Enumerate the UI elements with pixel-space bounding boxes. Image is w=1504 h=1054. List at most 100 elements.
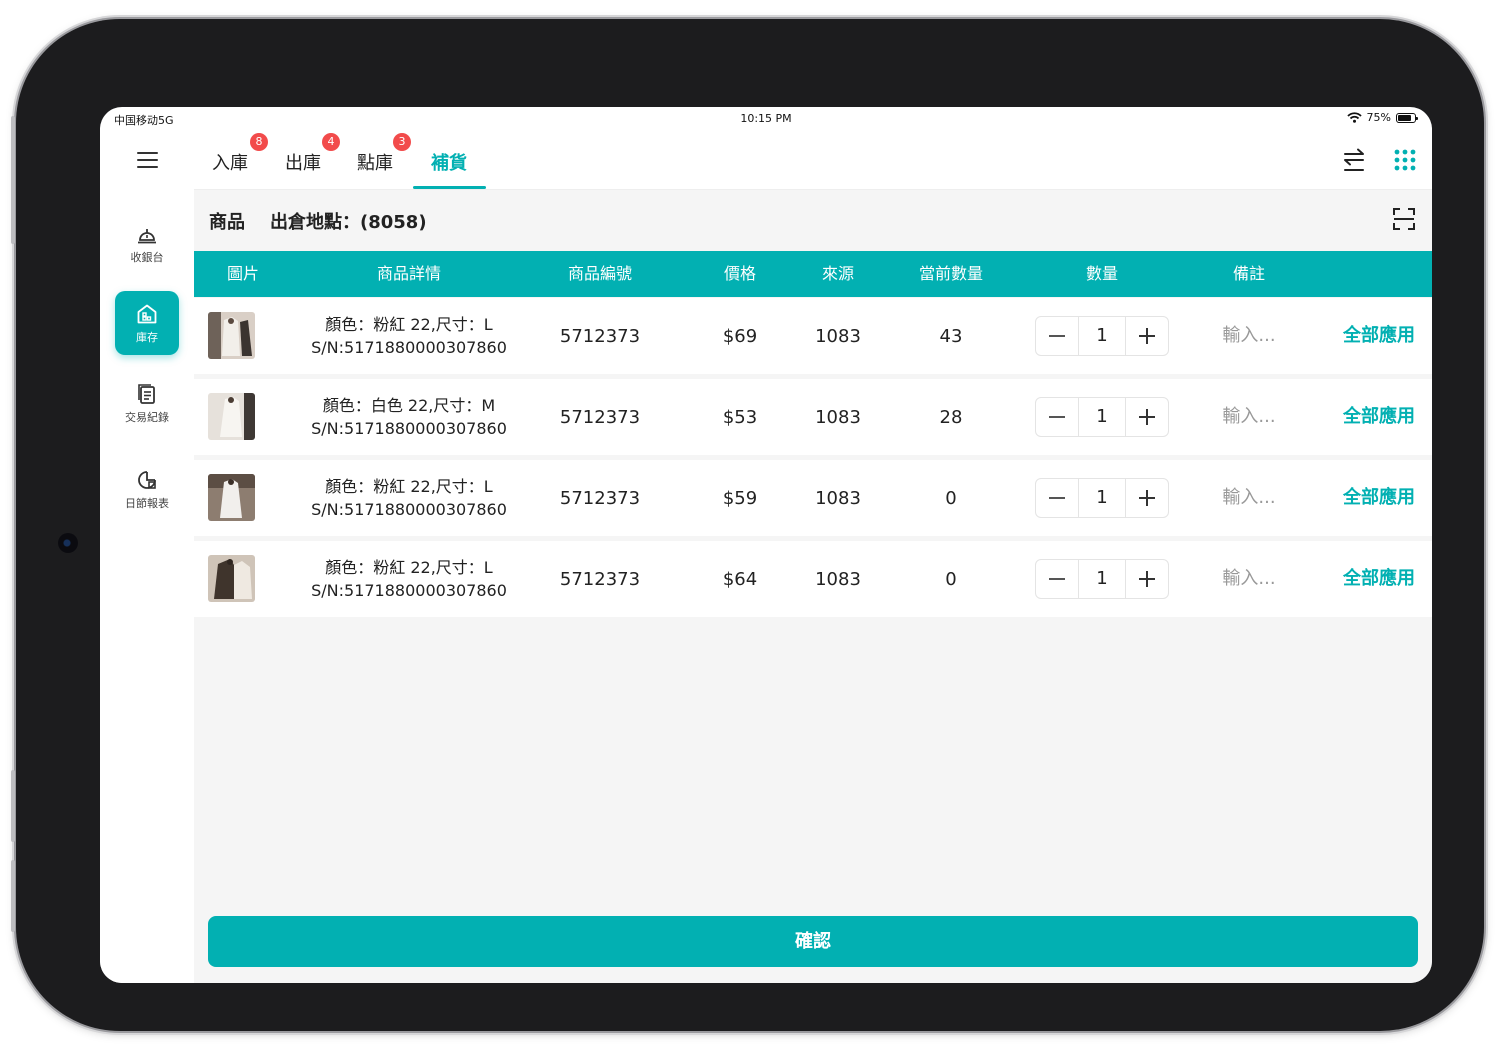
quantity-value[interactable]: 1 — [1078, 479, 1126, 517]
product-source: 1083 — [815, 406, 861, 428]
increase-button[interactable] — [1125, 317, 1168, 355]
table-row: 顏色：粉紅 22,尺寸：L S/N:5171880000307860 57123… — [194, 541, 1432, 617]
current-quantity: 28 — [939, 406, 963, 428]
product-source: 1083 — [815, 325, 861, 347]
product-thumbnail — [208, 393, 255, 440]
product-attributes: 顏色：白色 22,尺寸：M — [322, 396, 496, 415]
note-input[interactable]: 輸入... — [1194, 460, 1304, 536]
tablet-frame: 中国移动5G 10:15 PM 75% 收銀台 庫存 交易紀錄 日節報表 入庫 … — [16, 19, 1484, 1031]
volume-down-button — [11, 860, 15, 932]
product-thumbnail — [208, 474, 255, 521]
decrease-button[interactable] — [1036, 560, 1079, 598]
front-camera — [58, 533, 78, 553]
column-header-code: 商品編號 — [567, 264, 632, 283]
column-header-source: 來源 — [821, 264, 854, 283]
tab-stock-in-badge: 8 — [250, 133, 268, 151]
sidebar-item-inventory[interactable]: 庫存 — [115, 291, 179, 355]
transfer-swap-icon[interactable] — [1342, 147, 1366, 173]
table-row: 顏色：粉紅 22,尺寸：L S/N:5171880000307860 57123… — [194, 298, 1432, 374]
status-bar: 中国移动5G 10:15 PM 75% — [100, 107, 1432, 131]
product-code: 5712373 — [559, 406, 641, 428]
tab-stock-out-badge: 4 — [322, 133, 340, 151]
quantity-value[interactable]: 1 — [1078, 398, 1126, 436]
confirm-button[interactable]: 確認 — [208, 916, 1418, 967]
sidebar-item-label: 日節報表 — [125, 497, 169, 510]
pie-chart-icon — [138, 471, 156, 489]
column-header-qty: 數量 — [1085, 264, 1118, 283]
product-attributes: 顏色：粉紅 22,尺寸：L — [325, 477, 493, 496]
section-title: 商品 — [209, 212, 245, 233]
product-attributes: 顏色：粉紅 22,尺寸：L — [325, 558, 493, 577]
quantity-stepper: 1 — [1035, 559, 1169, 599]
product-detail: 顏色：白色 22,尺寸：M S/N:5171880000307860 — [304, 379, 514, 455]
product-price: $53 — [722, 406, 758, 428]
tab-stock-out[interactable]: 出庫 — [285, 149, 321, 175]
top-button — [11, 116, 15, 244]
sidebar-item-transactions[interactable]: 交易紀錄 — [115, 371, 179, 435]
tab-stock-count[interactable]: 點庫 — [357, 149, 393, 175]
tab-stock-count-badge: 3 — [393, 133, 411, 151]
sidebar-item-label: 交易紀錄 — [125, 411, 169, 424]
increase-button[interactable] — [1125, 479, 1168, 517]
battery-percent: 75% — [1366, 111, 1391, 124]
outbound-location: 出倉地點：(8058) — [270, 212, 427, 233]
apply-all-button[interactable]: 全部應用 — [1329, 298, 1429, 374]
product-serial: S/N:5171880000307860 — [311, 500, 507, 519]
decrease-button[interactable] — [1036, 479, 1079, 517]
product-serial: S/N:5171880000307860 — [311, 419, 507, 438]
app-screen: 中国移动5G 10:15 PM 75% 收銀台 庫存 交易紀錄 日節報表 入庫 … — [100, 107, 1432, 983]
product-serial: S/N:5171880000307860 — [311, 581, 507, 600]
product-attributes: 顏色：粉紅 22,尺寸：L — [325, 315, 493, 334]
apply-all-button[interactable]: 全部應用 — [1329, 379, 1429, 455]
column-header-price: 價格 — [723, 264, 756, 283]
column-header-note: 備註 — [1232, 264, 1265, 283]
product-detail: 顏色：粉紅 22,尺寸：L S/N:5171880000307860 — [304, 460, 514, 536]
product-price: $64 — [722, 568, 758, 590]
tab-bar: 入庫 8 出庫 4 點庫 3 補貨 — [194, 131, 1432, 190]
column-header-current-qty: 當前數量 — [918, 264, 983, 283]
warehouse-icon — [137, 304, 157, 324]
increase-button[interactable] — [1125, 560, 1168, 598]
scan-icon[interactable] — [1392, 207, 1416, 231]
decrease-button[interactable] — [1036, 398, 1079, 436]
quantity-stepper: 1 — [1035, 478, 1169, 518]
bell-icon — [138, 229, 156, 244]
product-source: 1083 — [815, 568, 861, 590]
product-serial: S/N:5171880000307860 — [311, 338, 507, 357]
quantity-value[interactable]: 1 — [1078, 560, 1126, 598]
product-price: $59 — [722, 487, 758, 509]
apps-grid-icon[interactable] — [1394, 149, 1416, 171]
subheader: 商品 出倉地點：(8058) — [194, 189, 1432, 249]
battery-icon — [1396, 112, 1418, 123]
decrease-button[interactable] — [1036, 317, 1079, 355]
quantity-value[interactable]: 1 — [1078, 317, 1126, 355]
sidebar-item-cashier[interactable]: 收銀台 — [115, 211, 179, 275]
status-right: 75% — [1346, 111, 1418, 124]
hamburger-menu-icon[interactable] — [137, 152, 158, 168]
tab-stock-in[interactable]: 入庫 — [212, 149, 248, 175]
column-header-image: 圖片 — [226, 264, 259, 283]
documents-icon — [138, 384, 155, 404]
apply-all-button[interactable]: 全部應用 — [1329, 541, 1429, 617]
clock: 10:15 PM — [740, 112, 792, 125]
increase-button[interactable] — [1125, 398, 1168, 436]
table-header: 圖片 商品詳情 商品編號 價格 來源 當前數量 數量 備註 — [194, 251, 1432, 297]
current-quantity: 0 — [945, 487, 957, 509]
table-row: 顏色：白色 22,尺寸：M S/N:5171880000307860 57123… — [194, 379, 1432, 455]
note-input[interactable]: 輸入... — [1194, 298, 1304, 374]
sidebar-item-label: 庫存 — [136, 331, 158, 344]
product-code: 5712373 — [559, 568, 641, 590]
sidebar-item-label: 收銀台 — [130, 251, 164, 264]
quantity-stepper: 1 — [1035, 316, 1169, 356]
current-quantity: 0 — [945, 568, 957, 590]
product-detail: 顏色：粉紅 22,尺寸：L S/N:5171880000307860 — [304, 298, 514, 374]
apply-all-button[interactable]: 全部應用 — [1329, 460, 1429, 536]
current-quantity: 43 — [939, 325, 963, 347]
product-thumbnail — [208, 312, 255, 359]
wifi-icon — [1346, 112, 1362, 123]
note-input[interactable]: 輸入... — [1194, 541, 1304, 617]
tab-restock[interactable]: 補貨 — [431, 149, 467, 175]
sidebar-item-reports[interactable]: 日節報表 — [115, 457, 179, 521]
table-row: 顏色：粉紅 22,尺寸：L S/N:5171880000307860 57123… — [194, 460, 1432, 536]
note-input[interactable]: 輸入... — [1194, 379, 1304, 455]
